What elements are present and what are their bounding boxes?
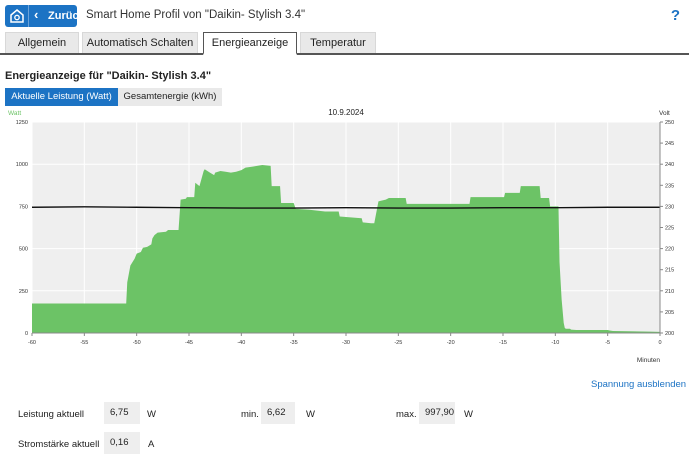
y2-tick-label: 245 [665, 141, 674, 147]
x-tick-label: -15 [499, 340, 507, 346]
back-button-separator [28, 5, 29, 27]
y2-tick-label: 210 [665, 289, 674, 295]
stromstaerke-aktuell-value: 0,16 [104, 432, 140, 454]
chevron-left-icon: ‹ [34, 7, 39, 22]
x-axis-label: Minuten [637, 357, 661, 364]
y2-tick-label: 220 [665, 247, 674, 253]
home-icon [10, 9, 24, 23]
y2-tick-label: 235 [665, 183, 674, 189]
page-title: Smart Home Profil von "Daikin- Stylish 3… [86, 9, 306, 21]
stromstaerke-aktuell-label: Stromstärke aktuell [18, 439, 100, 450]
leistung-aktuell-value: 6,75 [104, 402, 140, 424]
x-tick-label: -55 [80, 340, 88, 346]
y-axis-label: Watt [8, 110, 21, 117]
subtab-gesamtenergie[interactable]: Gesamtenergie (kWh) [118, 88, 222, 106]
y-tick-label: 500 [19, 247, 28, 253]
y2-tick-label: 215 [665, 268, 674, 274]
stromstaerke-aktuell-unit: A [148, 439, 155, 450]
power-chart: -60 -55 -50 -45 -40 -35 -30 -25 -20 -15 -10 -5 00250… [8, 108, 674, 364]
x-tick-label: -10 [551, 340, 559, 346]
x-tick-label: -45 [185, 340, 193, 346]
x-tick-label: -60 [28, 340, 36, 346]
y-tick-label: 250 [19, 289, 28, 295]
header-bar: ‹ Zurück Smart Home Profil von "Daikin- … [0, 0, 689, 32]
subtab-aktuelle-leistung[interactable]: Aktuelle Leistung (Watt) [5, 88, 118, 106]
max-label: max. [396, 409, 417, 420]
y2-tick-label: 225 [665, 226, 674, 232]
x-tick-label: -5 [605, 340, 610, 346]
tab-automatisch-schalten[interactable]: Automatisch Schalten [82, 32, 198, 53]
y-tick-label: 750 [19, 204, 28, 210]
x-tick-label: -40 [237, 340, 245, 346]
max-unit: W [464, 409, 473, 420]
x-tick-label: -25 [394, 340, 402, 346]
help-icon[interactable]: ? [671, 7, 680, 24]
y2-tick-label: 205 [665, 310, 674, 316]
min-unit: W [306, 409, 315, 420]
section-title: Energieanzeige für "Daikin- Stylish 3.4" [5, 70, 212, 82]
min-value: 6,62 [261, 402, 295, 424]
leistung-aktuell-label: Leistung aktuell [18, 409, 85, 420]
tab-bar: Allgemein Automatisch Schalten Energiean… [0, 32, 689, 55]
back-button[interactable]: ‹ Zurück [5, 5, 85, 27]
y2-tick-label: 250 [665, 120, 674, 126]
y2-tick-label: 230 [665, 204, 674, 210]
x-tick-label: -50 [133, 340, 141, 346]
y2-tick-label: 240 [665, 162, 674, 168]
leistung-aktuell-unit: W [147, 409, 156, 420]
x-tick-label: -20 [447, 340, 455, 346]
spannung-ausblenden-link[interactable]: Spannung ausblenden [591, 379, 686, 390]
y2-tick-label: 200 [665, 331, 674, 337]
back-button-label: Zurück [48, 10, 85, 22]
min-label: min. [241, 409, 259, 420]
y2-axis-label: Volt [659, 110, 670, 117]
y-tick-label: 1250 [16, 120, 28, 126]
tab-energieanzeige[interactable]: Energieanzeige [203, 32, 297, 55]
tab-allgemein[interactable]: Allgemein [5, 32, 79, 53]
x-tick-label: 0 [658, 340, 661, 346]
tab-temperatur[interactable]: Temperatur [300, 32, 376, 53]
chart-title: 10.9.2024 [328, 108, 364, 117]
y-tick-label: 0 [25, 331, 28, 337]
x-tick-label: -30 [342, 340, 350, 346]
x-tick-label: -35 [290, 340, 298, 346]
max-value: 997,90 [419, 402, 455, 424]
y-tick-label: 1000 [16, 162, 28, 168]
